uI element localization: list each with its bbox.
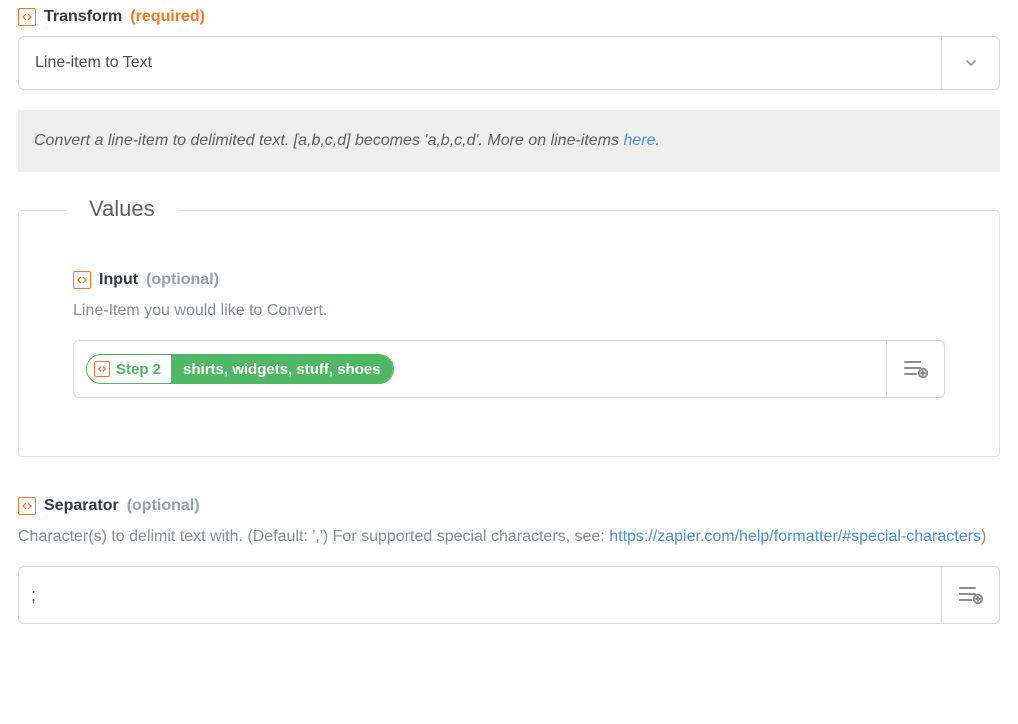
input-field-content[interactable]: Step 2 shirts, widgets, stuff, shoes [74, 341, 886, 397]
input-label: Input [99, 271, 138, 289]
separator-input[interactable] [31, 567, 929, 623]
separator-help-text: Character(s) to delimit text with. (Defa… [18, 525, 1000, 548]
separator-label: Separator [44, 497, 119, 515]
transform-help-prefix: Convert a line-item to delimited text. [… [34, 132, 623, 149]
transform-dropdown-value: Line-item to Text [19, 37, 941, 89]
separator-help-suffix: ) [981, 528, 986, 545]
values-fieldset: Values Input (optional) Line-Item you wo… [18, 210, 1000, 457]
separator-help-prefix: Character(s) to delimit text with. (Defa… [18, 528, 609, 545]
transform-label: Transform [44, 8, 122, 26]
input-field-wrapper[interactable]: Step 2 shirts, widgets, stuff, shoes [73, 340, 945, 398]
code-icon [18, 497, 36, 515]
code-icon [18, 8, 36, 26]
code-icon [94, 361, 110, 377]
transform-label-row: Transform (required) [18, 8, 1000, 26]
transform-help-link[interactable]: here [623, 132, 655, 149]
input-help-text: Line-Item you would like to Convert. [73, 299, 945, 322]
values-legend: Values [67, 196, 177, 222]
optional-tag: (optional) [127, 497, 200, 515]
insert-list-plus-icon [959, 585, 983, 605]
transform-help-box: Convert a line-item to delimited text. [… [18, 110, 1000, 172]
required-tag: (required) [130, 8, 205, 26]
mapped-field-pill[interactable]: Step 2 shirts, widgets, stuff, shoes [86, 354, 394, 384]
code-icon [73, 271, 91, 289]
transform-dropdown-toggle[interactable] [941, 37, 999, 89]
transform-help-suffix: . [656, 132, 660, 149]
pill-value: shirts, widgets, stuff, shoes [171, 355, 393, 383]
chevron-down-icon [963, 55, 979, 71]
separator-label-row: Separator (optional) [18, 497, 1000, 515]
pill-step: Step 2 [87, 355, 171, 383]
pill-step-label: Step 2 [116, 361, 161, 378]
separator-field-wrapper[interactable] [18, 566, 1000, 624]
separator-field-content[interactable] [19, 567, 941, 623]
insert-data-button[interactable] [886, 341, 944, 397]
optional-tag: (optional) [146, 271, 219, 289]
separator-help-link[interactable]: https://zapier.com/help/formatter/#speci… [609, 528, 981, 545]
insert-data-button[interactable] [941, 567, 999, 623]
transform-dropdown[interactable]: Line-item to Text [18, 36, 1000, 90]
input-label-row: Input (optional) [73, 271, 945, 289]
insert-list-plus-icon [904, 359, 928, 379]
